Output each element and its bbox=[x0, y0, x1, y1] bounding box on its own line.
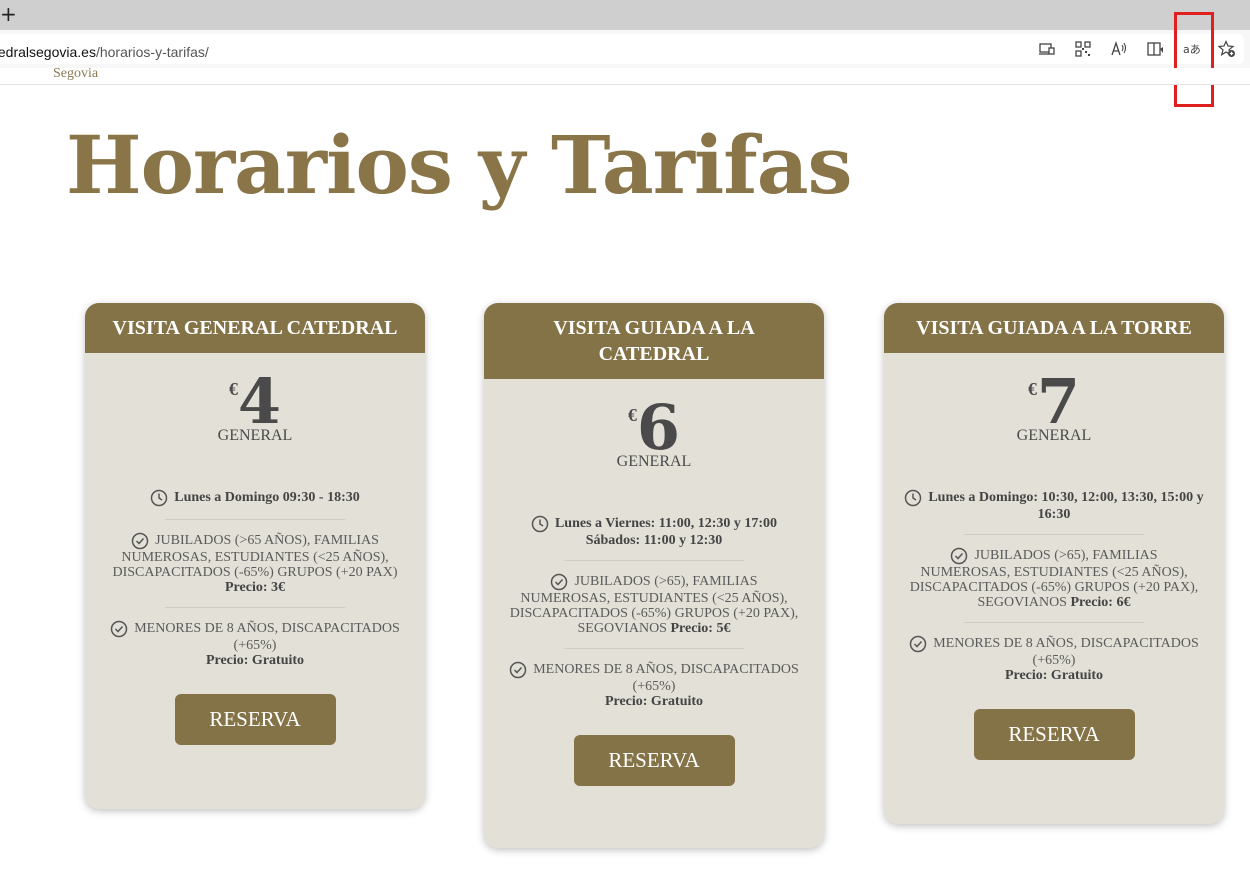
pricing-card-guided-cathedral: VISITA GUIADA A LA CATEDRAL €6 GENERAL L… bbox=[484, 303, 824, 848]
card-title: VISITA GUIADA A LA CATEDRAL bbox=[484, 303, 824, 379]
divider bbox=[165, 519, 345, 520]
reduced-item: JUBILADOS (>65 AÑOS), FAMILIAS NUMEROSAS… bbox=[105, 532, 405, 595]
read-aloud-icon[interactable] bbox=[1108, 38, 1130, 60]
url-path: /horarios-y-tarifas/ bbox=[95, 44, 209, 60]
schedule-text: Lunes a Domingo 09:30 - 18:30 bbox=[174, 490, 360, 506]
clock-icon bbox=[531, 515, 549, 533]
clock-icon bbox=[905, 489, 922, 507]
pricing-card-general: VISITA GENERAL CATEDRAL €4 GENERAL Lunes… bbox=[85, 303, 425, 809]
reduced-price: Precio: 3€ bbox=[225, 580, 285, 595]
immersive-reader-icon[interactable] bbox=[1144, 38, 1166, 60]
free-item: MENORES DE 8 AÑOS, DISCAPACITADOS (+65%)… bbox=[904, 635, 1204, 683]
reduced-item: JUBILADOS (>65), FAMILIAS NUMEROSAS, EST… bbox=[504, 573, 804, 636]
pricing-card-guided-tower: VISITA GUIADA A LA TORRE €7 GENERAL Lune… bbox=[884, 303, 1224, 824]
free-text: MENORES DE 8 AÑOS, DISCAPACITADOS (+65%) bbox=[533, 662, 799, 694]
tab-strip: + bbox=[0, 0, 1250, 30]
free-item: MENORES DE 8 AÑOS, DISCAPACITADOS (+65%)… bbox=[105, 620, 405, 668]
divider bbox=[564, 648, 744, 649]
card-title: VISITA GENERAL CATEDRAL bbox=[85, 303, 425, 353]
free-text: MENORES DE 8 AÑOS, DISCAPACITADOS (+65%) bbox=[134, 621, 400, 653]
check-circle-icon bbox=[909, 635, 927, 653]
add-favorite-icon[interactable] bbox=[1216, 38, 1238, 60]
price-label: GENERAL bbox=[616, 453, 692, 470]
currency-symbol: € bbox=[228, 379, 238, 399]
free-item: MENORES DE 8 AÑOS, DISCAPACITADOS (+65%)… bbox=[504, 661, 804, 709]
price-label: GENERAL bbox=[1016, 427, 1092, 444]
check-circle-icon bbox=[951, 547, 968, 565]
site-logo[interactable]: Segovia bbox=[53, 66, 98, 82]
check-circle-icon bbox=[110, 620, 128, 638]
divider bbox=[564, 560, 744, 561]
reduced-text: JUBILADOS (>65 AÑOS), FAMILIAS NUMEROSAS… bbox=[112, 533, 398, 580]
schedule-item: Lunes a Domingo 09:30 - 18:30 bbox=[105, 489, 405, 507]
currency-symbol: € bbox=[1027, 379, 1037, 399]
currency-symbol: € bbox=[627, 405, 637, 425]
url-text[interactable]: tedralsegovia.es/horarios-y-tarifas/ bbox=[0, 44, 209, 60]
schedule-item: Lunes a Viernes: 11:00, 12:30 y 17:00 Sá… bbox=[504, 515, 804, 548]
new-tab-button[interactable]: + bbox=[0, 2, 17, 26]
check-circle-icon bbox=[509, 661, 527, 679]
reserve-button[interactable]: RESERVA bbox=[174, 694, 336, 745]
page-title: Horarios y Tarifas bbox=[66, 118, 853, 212]
app-available-icon[interactable] bbox=[1036, 38, 1058, 60]
price: €7 bbox=[884, 371, 1224, 433]
translate-icon[interactable]: aあ bbox=[1180, 38, 1202, 60]
check-circle-icon bbox=[551, 573, 568, 591]
divider bbox=[964, 534, 1144, 535]
divider bbox=[165, 607, 345, 608]
clock-icon bbox=[150, 489, 168, 507]
card-title: VISITA GUIADA A LA TORRE bbox=[884, 303, 1224, 353]
url-host: tedralsegovia.es bbox=[0, 44, 96, 60]
schedule-text: Lunes a Viernes: 11:00, 12:30 y 17:00 Sá… bbox=[554, 516, 778, 548]
free-price: Precio: Gratuito bbox=[205, 653, 305, 668]
schedule-text: Lunes a Domingo: 10:30, 12:00, 13:30, 15… bbox=[928, 490, 1204, 522]
price: €6 bbox=[484, 397, 824, 459]
reduced-price: Precio: 5€ bbox=[670, 621, 731, 636]
reduced-price: Precio: 6€ bbox=[1070, 595, 1131, 610]
schedule-item: Lunes a Domingo: 10:30, 12:00, 13:30, 15… bbox=[904, 489, 1204, 522]
free-price: Precio: Gratuito bbox=[1004, 668, 1104, 683]
reduced-item: JUBILADOS (>65), FAMILIAS NUMEROSAS, EST… bbox=[904, 547, 1204, 610]
free-text: MENORES DE 8 AÑOS, DISCAPACITADOS (+65%) bbox=[933, 636, 1199, 668]
qr-code-icon[interactable] bbox=[1072, 38, 1094, 60]
divider bbox=[964, 622, 1144, 623]
site-header bbox=[0, 68, 1250, 85]
reserve-button[interactable]: RESERVA bbox=[573, 735, 735, 786]
check-circle-icon bbox=[131, 532, 149, 550]
free-price: Precio: Gratuito bbox=[604, 694, 704, 709]
address-bar: tedralsegovia.es/horarios-y-tarifas/ bbox=[0, 30, 1250, 69]
price-label: GENERAL bbox=[217, 427, 293, 444]
reserve-button[interactable]: RESERVA bbox=[973, 709, 1135, 760]
svg-text:aあ: aあ bbox=[1183, 43, 1200, 56]
price: €4 bbox=[85, 371, 425, 433]
